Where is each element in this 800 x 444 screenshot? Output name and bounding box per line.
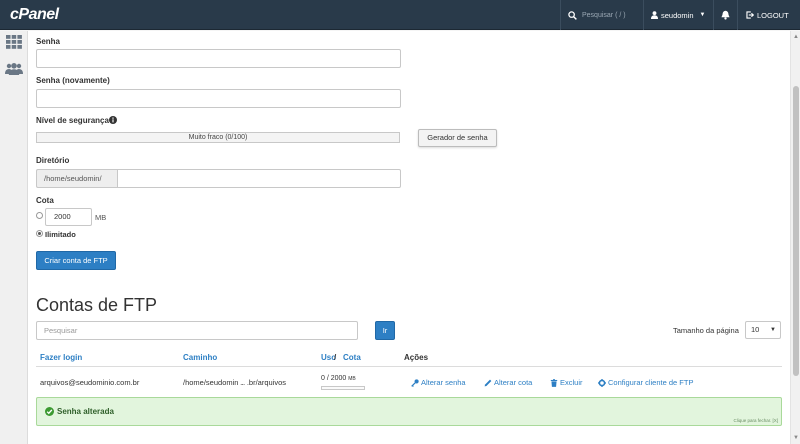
column-usage-quota-separator: / [334,353,337,362]
logout-icon [746,11,754,19]
quota-input[interactable]: 2000 [45,208,92,226]
page-size-select[interactable]: 10 ▼ [745,321,781,339]
top-navbar: cPanel Pesquisar ( / ) seudomin ▼ LOGOUT [0,0,800,30]
column-quota[interactable]: Cota [343,353,361,362]
ftp-search-go-button[interactable]: Ir [375,321,395,340]
table-header-divider [36,366,782,367]
row-login: arquivos@seudominio.com.br [40,378,140,387]
password-input[interactable] [36,49,401,68]
row-path: /home/seudomin ... .br/arquivos [183,378,286,387]
column-actions: Ações [404,353,429,362]
page-size-value: 10 [751,325,760,334]
delete-link[interactable]: Excluir [550,378,583,387]
strength-label: Nível de segurança [36,116,109,125]
scroll-down-icon[interactable]: ▼ [793,435,799,441]
password-label: Senha [36,37,61,46]
configure-ftp-client-label: Configurar cliente de FTP [608,378,694,387]
column-login[interactable]: Fazer login [40,353,82,362]
username: seudomin [661,10,694,20]
change-quota-link[interactable]: Alterar cota [484,378,532,387]
row-usage: 0 / 2000 MB [321,375,356,382]
row-path-end: .br/arquivos [246,378,286,387]
ftp-accounts-title: Contas de FTP [36,295,158,315]
password-generator-button[interactable]: Gerador de senha [418,129,497,147]
top-search-input[interactable]: Pesquisar ( / ) [560,0,643,30]
main-content: Senha Senha (novamente) Nível de seguran… [28,31,790,444]
pencil-icon [484,379,492,386]
password-again-input[interactable] [36,89,401,108]
quota-label: Cota [36,196,54,205]
success-alert[interactable]: Senha alterada Clique para fechar. [X] [36,397,782,426]
user-icon [651,11,658,19]
column-path[interactable]: Caminho [183,353,217,362]
configure-ftp-client-link[interactable]: Configurar cliente de FTP [598,378,693,387]
logout-label: LOGOUT [757,10,789,20]
trash-icon [550,378,558,387]
ftp-search-input[interactable]: Pesquisar [36,321,358,340]
delete-label: Excluir [560,378,583,387]
grid-icon[interactable] [6,35,22,49]
page-scrollbar[interactable]: ▲ ▼ [790,31,800,444]
create-ftp-account-button[interactable]: Criar conta de FTP [36,251,116,270]
key-icon [411,378,419,387]
left-sidebar [0,31,28,444]
row-path-start: /home/seudomin [183,378,239,387]
password-again-label: Senha (novamente) [36,76,110,85]
top-search-placeholder: Pesquisar ( / ) [582,11,626,19]
quota-unlimited-radio[interactable] [36,230,43,237]
success-alert-message: Senha alterada [57,407,114,416]
bell-icon [721,10,730,20]
row-usage-unit: MB [348,376,356,382]
cpanel-logo[interactable]: cPanel [10,6,59,24]
quota-unlimited-label: Ilimitado [45,230,76,239]
info-icon[interactable] [109,116,117,124]
change-password-link[interactable]: Alterar senha [411,378,466,387]
password-strength-meter: Muito fraco (0/100) [36,132,400,143]
page-size-label: Tamanho da página [673,326,739,335]
directory-input[interactable] [117,169,401,188]
chevron-down-icon: ▼ [770,327,776,333]
quota-limited-radio[interactable] [36,212,43,219]
chevron-down-icon: ▼ [699,12,706,18]
notifications-button[interactable] [713,0,737,30]
alert-close-hint[interactable]: Clique para fechar. [X] [733,418,778,423]
scroll-up-icon[interactable]: ▲ [793,34,799,40]
change-password-label: Alterar senha [421,378,466,387]
scrollbar-thumb[interactable] [793,86,799,376]
user-menu[interactable]: seudomin ▼ [643,0,713,30]
check-circle-icon [45,407,54,416]
change-quota-label: Alterar cota [494,378,533,387]
search-icon [568,10,577,20]
row-usage-value: 0 / 2000 [321,375,347,382]
logout-button[interactable]: LOGOUT [737,0,800,30]
quota-unit: MB [95,213,107,222]
row-path-ellipsis[interactable]: ... [241,381,245,387]
directory-label: Diretório [36,156,70,165]
users-icon[interactable] [5,63,23,75]
gear-icon [598,378,606,387]
row-usage-bar [321,386,365,390]
directory-prefix: /home/seudomin/ [36,169,117,188]
